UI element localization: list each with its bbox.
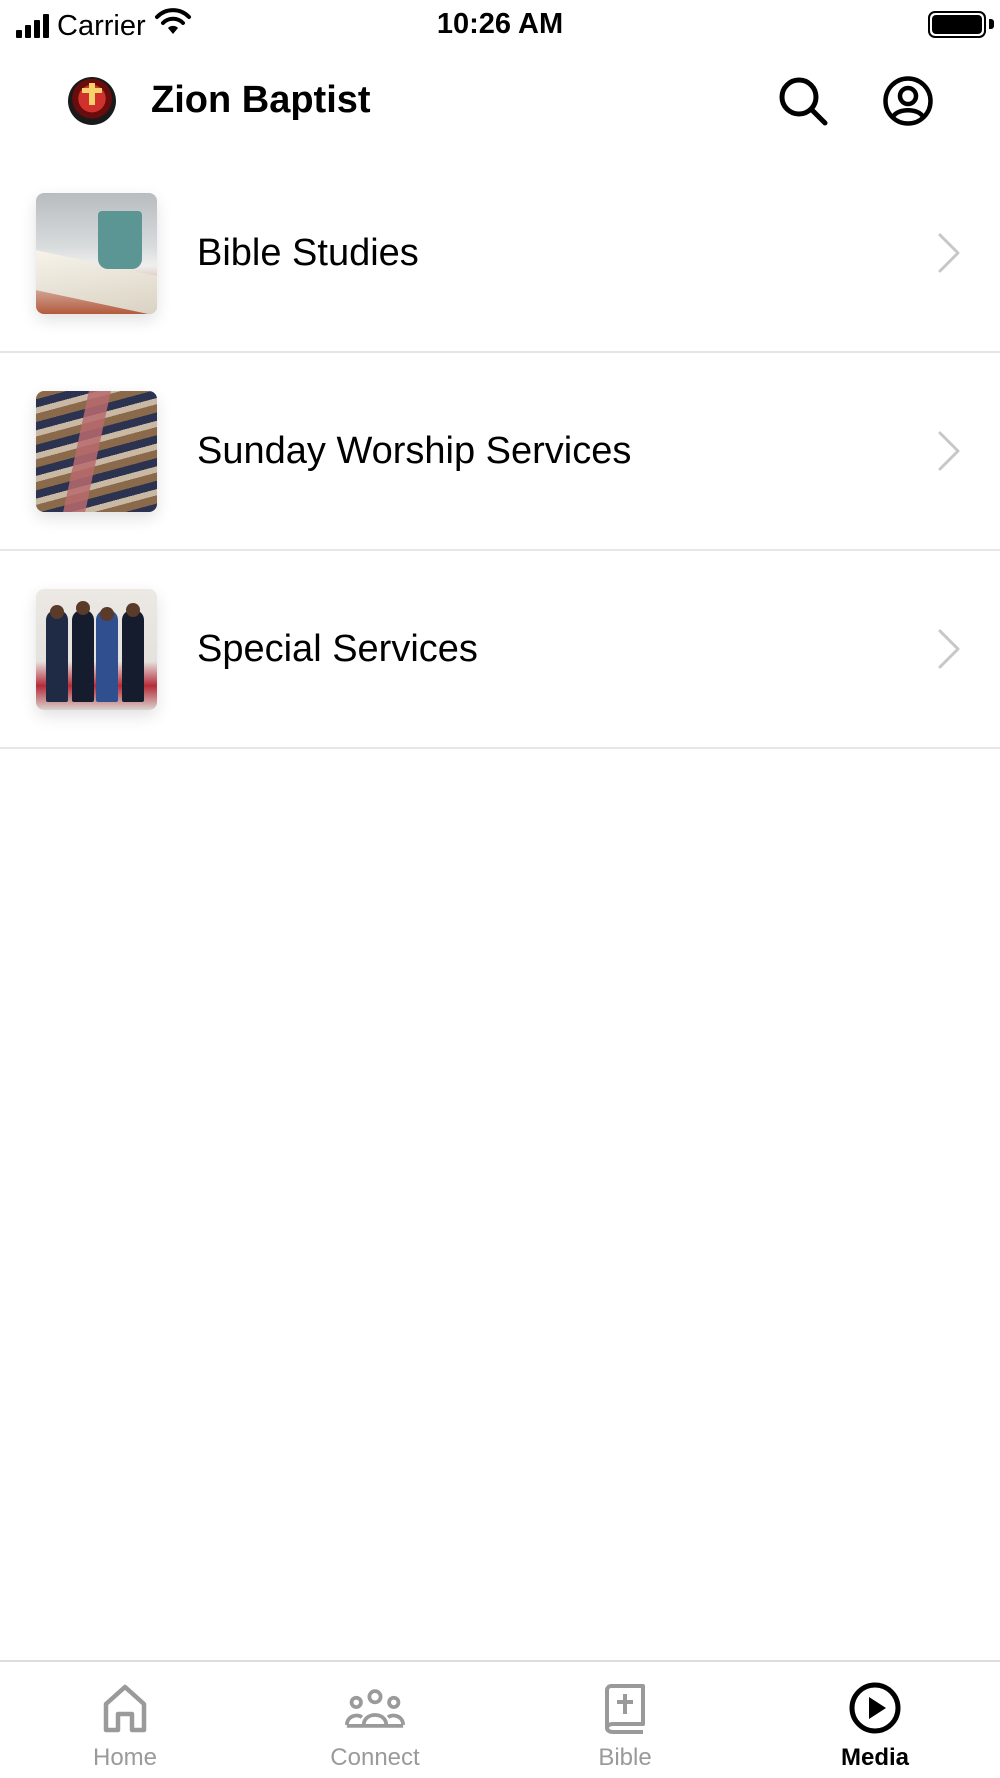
thumbnail-special-services bbox=[36, 588, 157, 710]
play-circle-icon bbox=[845, 1680, 905, 1736]
tab-media[interactable]: Media bbox=[750, 1662, 1000, 1778]
home-icon bbox=[95, 1680, 155, 1736]
chevron-right-icon bbox=[938, 233, 960, 273]
thumbnail-sunday-worship bbox=[36, 390, 157, 512]
list-item-sunday-worship[interactable]: Sunday Worship Services bbox=[0, 353, 1000, 551]
battery-cap bbox=[989, 19, 994, 29]
status-time: 10:26 AM bbox=[436, 8, 564, 40]
chevron-right-icon bbox=[938, 431, 960, 471]
media-category-list: Bible Studies Sunday Worship Services Sp… bbox=[0, 155, 1000, 749]
account-icon bbox=[883, 76, 933, 126]
people-icon bbox=[345, 1680, 405, 1736]
tab-home[interactable]: Home bbox=[0, 1662, 250, 1778]
bible-icon bbox=[595, 1680, 655, 1736]
tab-label: Home bbox=[92, 1744, 158, 1771]
list-item-label: Bible Studies bbox=[197, 231, 419, 274]
app-header: Zion Baptist bbox=[0, 55, 1000, 145]
list-item-special-services[interactable]: Special Services bbox=[0, 551, 1000, 749]
tab-bar: Home Connect Bible Media bbox=[0, 1660, 1000, 1778]
account-button[interactable] bbox=[880, 73, 936, 129]
page-title: Zion Baptist bbox=[151, 79, 371, 121]
tab-connect[interactable]: Connect bbox=[250, 1662, 500, 1778]
logo-icon bbox=[68, 77, 116, 125]
tab-label: Bible bbox=[598, 1744, 652, 1771]
chevron-right-icon bbox=[938, 629, 960, 669]
list-item-label: Special Services bbox=[197, 627, 478, 670]
status-bar: Carrier 10:26 AM bbox=[0, 0, 1000, 50]
tab-label: Media bbox=[840, 1744, 909, 1771]
thumbnail-bible-studies bbox=[36, 192, 157, 314]
battery-icon bbox=[928, 11, 986, 38]
list-item-bible-studies[interactable]: Bible Studies bbox=[0, 155, 1000, 353]
search-icon bbox=[779, 77, 828, 126]
list-item-label: Sunday Worship Services bbox=[197, 429, 632, 472]
search-button[interactable] bbox=[775, 73, 831, 129]
tab-label: Connect bbox=[330, 1744, 420, 1771]
tab-bible[interactable]: Bible bbox=[500, 1662, 750, 1778]
